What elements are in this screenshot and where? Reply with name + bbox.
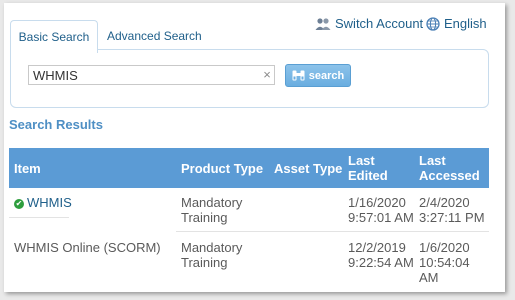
switch-account-label: Switch Account <box>335 16 424 31</box>
switch-account-link[interactable]: Switch Account <box>315 16 423 31</box>
column-header-asset-type[interactable]: Asset Type <box>274 161 342 176</box>
column-header-last-accessed[interactable]: Last Accessed <box>419 153 480 183</box>
account-switch-icon <box>315 17 331 30</box>
row-product-type: Mandatory Training <box>181 240 243 270</box>
row-last-accessed: 1/6/2020 10:54:04 AM <box>419 240 470 285</box>
row-product-type: Mandatory Training <box>181 195 243 225</box>
search-binoculars-icon <box>292 70 305 81</box>
column-header-item[interactable]: Item <box>14 161 41 176</box>
language-label: English <box>444 16 487 31</box>
clear-search-icon[interactable]: × <box>261 66 273 84</box>
item-link[interactable]: WHMIS <box>27 195 72 210</box>
row-last-edited: 12/2/2019 9:22:54 AM <box>348 240 414 270</box>
search-panel: × search <box>10 49 489 108</box>
column-header-product-type[interactable]: Product Type <box>181 161 263 176</box>
tab-advanced-search[interactable]: Advanced Search <box>107 20 202 52</box>
row-divider <box>9 217 69 218</box>
results-title: Search Results <box>9 117 103 132</box>
row-item-cell: WHMIS Online (SCORM) <box>14 240 161 255</box>
tab-basic-search[interactable]: Basic Search <box>10 20 98 53</box>
search-window: Switch Account English Basic Search Adva… <box>4 3 505 292</box>
row-divider <box>176 231 489 232</box>
column-header-last-edited[interactable]: Last Edited <box>348 153 388 183</box>
item-name[interactable]: WHMIS Online (SCORM) <box>14 240 161 255</box>
results-table-header: Item Product Type Asset Type Last Edited… <box>9 148 489 188</box>
search-button[interactable]: search <box>285 64 351 87</box>
row-item-cell: ✔ WHMIS <box>14 195 72 210</box>
search-button-label: search <box>308 69 345 82</box>
globe-icon <box>426 16 440 31</box>
row-last-accessed: 2/4/2020 3:27:11 PM <box>419 195 485 225</box>
language-selector[interactable]: English <box>426 16 487 31</box>
search-input[interactable] <box>28 65 275 85</box>
row-last-edited: 1/16/2020 9:57:01 AM <box>348 195 414 225</box>
active-check-icon: ✔ <box>14 198 24 209</box>
